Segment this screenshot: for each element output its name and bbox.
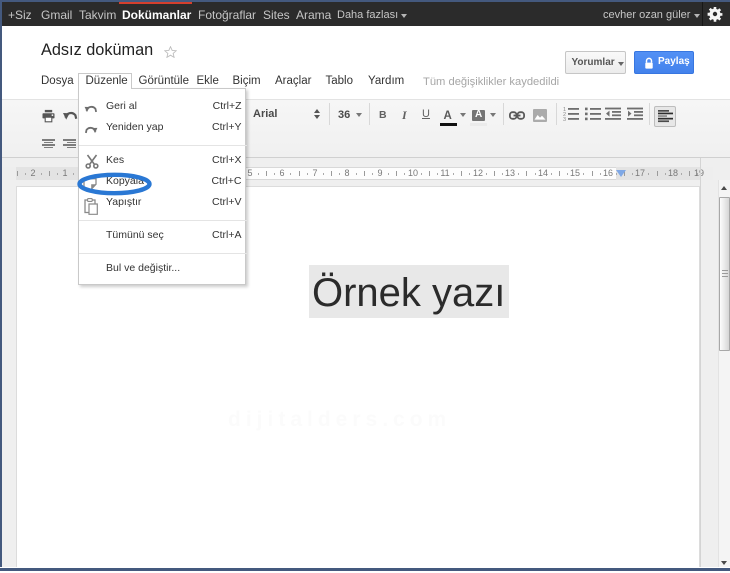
svg-text:3: 3 <box>563 117 566 121</box>
